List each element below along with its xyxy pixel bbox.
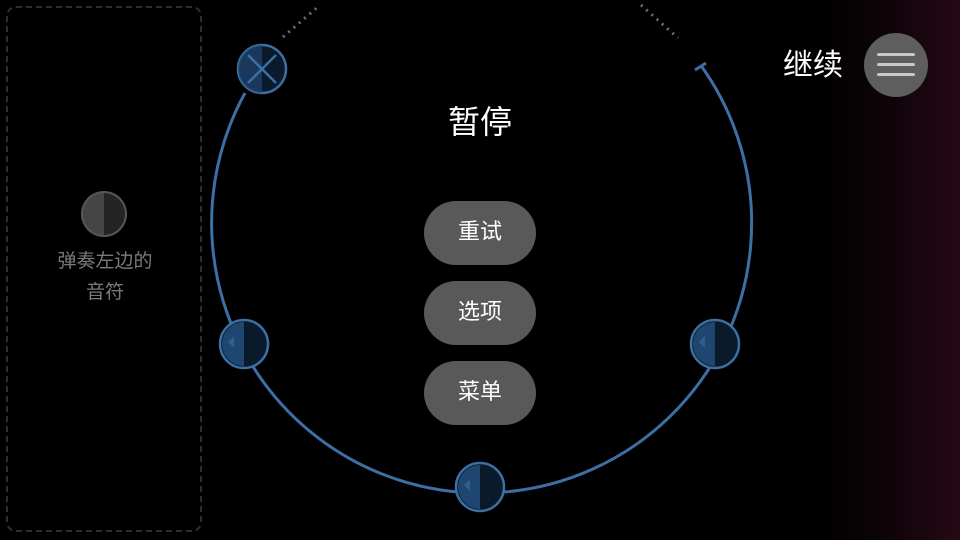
note-crossed (236, 43, 288, 95)
game-stage: 弹奏左边的 音符 暂停 重试 选项 菜单 继续 (0, 0, 960, 540)
pause-title: 暂停 (447, 103, 512, 141)
continue-button[interactable]: 继续 (770, 44, 856, 88)
hamburger-bar (877, 63, 915, 66)
note-bottom (454, 461, 506, 513)
guide-line-right (640, 3, 679, 40)
retry-button[interactable]: 重试 (424, 201, 536, 265)
guide-line-left (282, 3, 321, 39)
menu-button[interactable]: 菜单 (424, 361, 536, 425)
hamburger-bar (877, 73, 915, 76)
note-left (218, 318, 270, 370)
hamburger-icon[interactable] (864, 33, 928, 97)
note-right (689, 318, 741, 370)
hamburger-bar (877, 53, 915, 56)
options-button[interactable]: 选项 (424, 281, 536, 345)
